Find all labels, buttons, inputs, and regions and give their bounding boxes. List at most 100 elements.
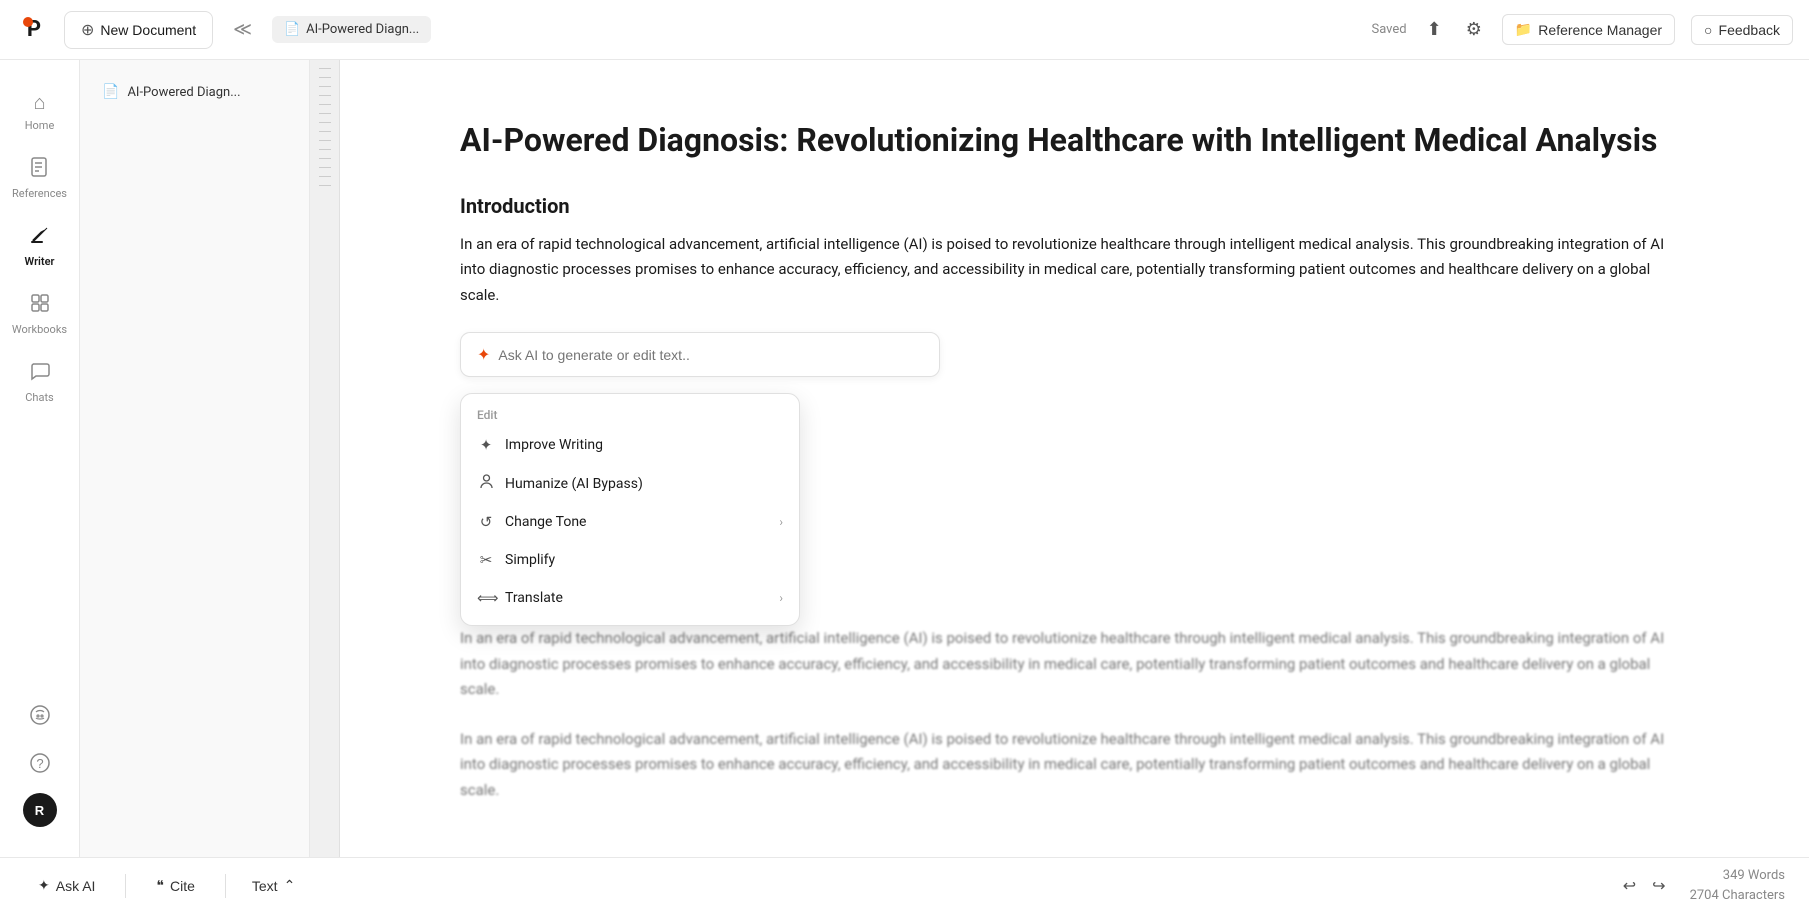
document-tab[interactable]: 📄 AI-Powered Diagn... xyxy=(272,16,431,43)
chats-icon xyxy=(29,360,51,387)
cite-quote-icon: ❝ xyxy=(156,877,164,894)
intro-heading: Introduction xyxy=(460,194,1689,218)
ruler-tick xyxy=(319,185,331,186)
dropdown-item-simplify[interactable]: ✂ Simplify xyxy=(461,541,799,579)
ruler-tick xyxy=(319,122,331,123)
text-label: Text xyxy=(252,878,278,894)
new-document-label: New Document xyxy=(100,22,196,38)
ai-dropdown-menu: Edit ✦ Improve Writing xyxy=(460,393,800,626)
document-title: AI-Powered Diagnosis: Revolutionizing He… xyxy=(460,120,1689,162)
reference-manager-button[interactable]: 📁 Reference Manager xyxy=(1502,14,1675,45)
upload-button[interactable]: ⬆ xyxy=(1423,15,1446,44)
sidebar-item-home-label: Home xyxy=(25,119,55,132)
paragraph-3: In an era of rapid technological advance… xyxy=(460,727,1689,804)
bottom-toolbar-right: ↩ ↪ 349 Words 2704 Characters xyxy=(1619,866,1785,905)
plus-icon: ⊕ xyxy=(81,20,94,40)
left-sidebar: ⌂ Home References Writer xyxy=(0,60,80,857)
bottom-toolbar-left: ✦ Ask AI ❝ Cite Text ⌃ xyxy=(24,871,305,900)
avatar-letter: R xyxy=(35,803,44,818)
user-avatar-button[interactable]: R xyxy=(23,793,57,827)
translate-chevron: › xyxy=(779,591,783,605)
circle-icon: ○ xyxy=(1704,22,1712,38)
writer-icon xyxy=(29,224,51,251)
logo: P xyxy=(16,12,52,48)
ai-text-input[interactable] xyxy=(498,347,923,363)
dropdown-item-improve-writing[interactable]: ✦ Improve Writing xyxy=(461,426,799,464)
sidebar-item-chats[interactable]: Chats xyxy=(6,350,74,414)
ask-ai-button[interactable]: ✦ Ask AI xyxy=(24,871,109,900)
paragraph-1: In an era of rapid technological advance… xyxy=(460,232,1689,309)
ruler-tick xyxy=(319,113,331,114)
translate-label: Translate xyxy=(505,590,563,606)
ruler-tick xyxy=(319,77,331,78)
ai-spark-icon: ✦ xyxy=(477,345,490,364)
dropdown-item-change-tone[interactable]: ↺ Change Tone › xyxy=(461,503,799,541)
ai-overlay-wrapper: ✦ Edit ✦ Improve Writing xyxy=(460,332,1689,626)
sidebar-item-home[interactable]: ⌂ Home xyxy=(6,80,74,142)
simplify-label: Simplify xyxy=(505,552,555,568)
change-tone-chevron: › xyxy=(779,515,783,529)
humanize-label: Humanize (AI Bypass) xyxy=(505,476,643,492)
feedback-label: Feedback xyxy=(1719,22,1780,38)
doc-list-item[interactable]: 📄 AI-Powered Diagn... xyxy=(92,76,297,108)
folder-icon: 📁 xyxy=(1515,21,1532,38)
topbar-left: P ⊕ New Document ≪ 📄 AI-Powered Diagn... xyxy=(16,11,1359,49)
dropdown-item-translate[interactable]: ⟺ Translate › xyxy=(461,579,799,617)
editor-area[interactable]: AI-Powered Diagnosis: Revolutionizing He… xyxy=(340,60,1809,857)
ai-input-box[interactable]: ✦ xyxy=(460,332,940,377)
doc-icon: 📄 xyxy=(284,22,300,37)
ruler-tick xyxy=(319,140,331,141)
logo-dot xyxy=(23,17,33,27)
text-chevron-up-icon: ⌃ xyxy=(284,877,296,894)
sidebar-item-writer[interactable]: Writer xyxy=(6,214,74,278)
dropdown-item-humanize[interactable]: Humanize (AI Bypass) xyxy=(461,464,799,503)
topbar-right: Saved ⬆ ⚙ 📁 Reference Manager ○ Feedback xyxy=(1371,14,1793,45)
toolbar-divider-1 xyxy=(125,874,126,898)
simplify-icon: ✂ xyxy=(477,551,495,569)
undo-button[interactable]: ↩ xyxy=(1619,872,1640,900)
ruler-tick xyxy=(319,95,331,96)
change-tone-label: Change Tone xyxy=(505,514,586,530)
feedback-button[interactable]: ○ Feedback xyxy=(1691,15,1793,45)
text-format-button[interactable]: Text ⌃ xyxy=(242,871,305,900)
ruler-tick xyxy=(319,176,331,177)
char-count-label: 2704 Characters xyxy=(1690,886,1785,906)
improve-writing-icon: ✦ xyxy=(477,436,495,454)
sidebar-item-writer-label: Writer xyxy=(25,255,55,268)
ask-ai-spark-icon: ✦ xyxy=(38,877,50,894)
improve-writing-label: Improve Writing xyxy=(505,437,603,453)
ruler-tick xyxy=(319,104,331,105)
redo-button[interactable]: ↪ xyxy=(1648,872,1669,900)
dropdown-section-edit: Edit xyxy=(461,402,799,426)
blurred-content: In an era of rapid technological advance… xyxy=(460,626,1689,803)
doc-list-item-label: AI-Powered Diagn... xyxy=(127,85,240,100)
topbar: P ⊕ New Document ≪ 📄 AI-Powered Diagn...… xyxy=(0,0,1809,60)
humanize-icon xyxy=(477,474,495,493)
main-layout: ⌂ Home References Writer xyxy=(0,60,1809,857)
workbooks-icon xyxy=(29,292,51,319)
undo-redo-controls: ↩ ↪ xyxy=(1619,872,1670,900)
sidebar-item-workbooks-label: Workbooks xyxy=(12,323,67,336)
doc-tab-name: AI-Powered Diagn... xyxy=(306,22,419,37)
ruler-tick xyxy=(319,131,331,132)
doc-file-icon: 📄 xyxy=(102,84,119,100)
settings-button[interactable]: ⚙ xyxy=(1462,15,1486,44)
discord-button[interactable] xyxy=(22,697,58,733)
sidebar-item-chats-label: Chats xyxy=(25,391,53,404)
sidebar-item-references[interactable]: References xyxy=(6,146,74,210)
new-document-button[interactable]: ⊕ New Document xyxy=(64,11,213,49)
cite-button[interactable]: ❝ Cite xyxy=(142,871,208,900)
svg-text:?: ? xyxy=(36,756,43,771)
ask-ai-label: Ask AI xyxy=(56,878,96,894)
editor-content: AI-Powered Diagnosis: Revolutionizing He… xyxy=(460,120,1689,803)
translate-icon: ⟺ xyxy=(477,589,495,607)
docs-panel: 📄 AI-Powered Diagn... xyxy=(80,60,310,857)
sidebar-bottom: ? R xyxy=(22,697,58,837)
sidebar-item-workbooks[interactable]: Workbooks xyxy=(6,282,74,346)
references-icon xyxy=(29,156,51,183)
saved-status: Saved xyxy=(1371,22,1406,37)
help-button[interactable]: ? xyxy=(22,745,58,781)
collapse-sidebar-button[interactable]: ≪ xyxy=(225,15,260,44)
ruler-tick xyxy=(319,68,331,69)
bottom-toolbar: ✦ Ask AI ❝ Cite Text ⌃ ↩ ↪ 349 Words 270… xyxy=(0,857,1809,913)
